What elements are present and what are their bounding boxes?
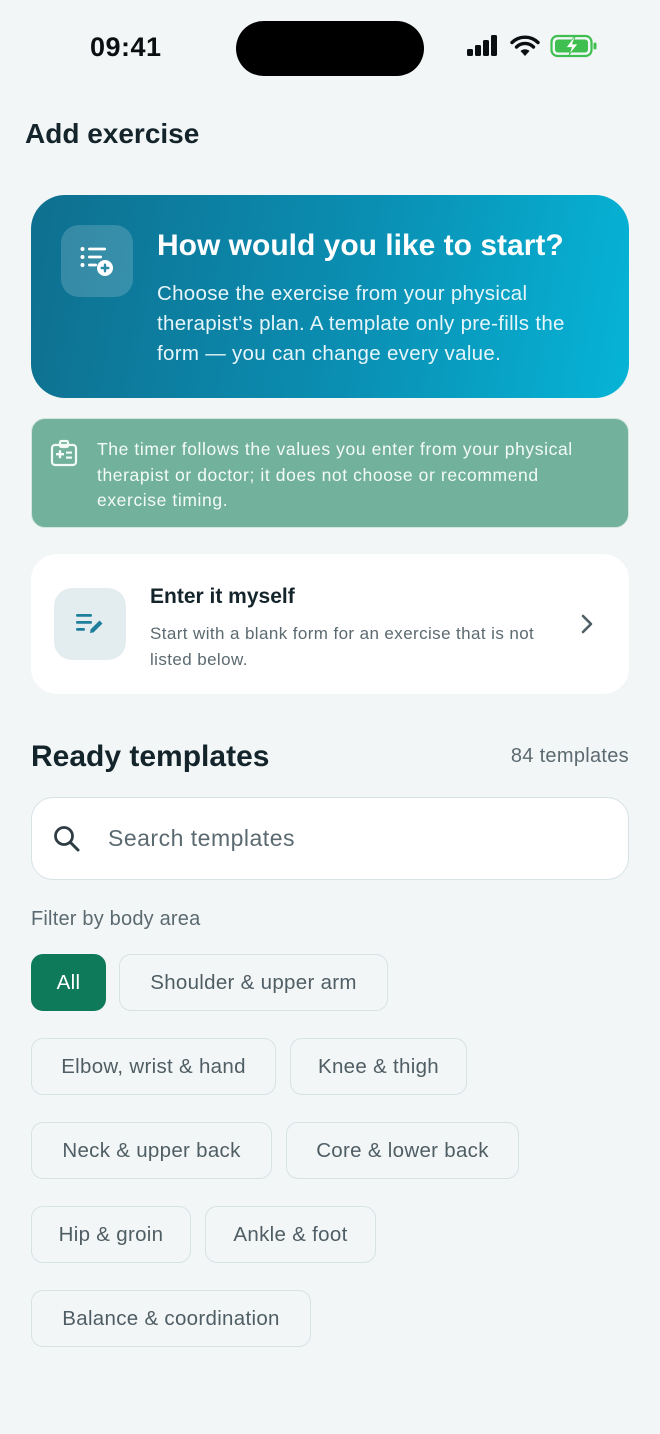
search-input[interactable] [108,818,588,858]
search-templates-field[interactable] [31,797,629,880]
edit-list-icon [54,588,126,660]
filter-chip-neck-upper-back[interactable]: Neck & upper back [31,1122,272,1179]
templates-section-title: Ready templates [31,740,270,773]
filter-chip-ankle-foot[interactable]: Ankle & foot [205,1206,376,1263]
filter-chip-elbow-wrist-hand[interactable]: Elbow, wrist & hand [31,1038,276,1095]
templates-count: 84 templates [510,745,629,767]
manual-entry-description: Start with a blank form for an exercise … [150,624,535,669]
add-exercise-screen: 09:41 Add exercise How would you like to… [0,0,660,1434]
timer-disclaimer-notice: The timer follows the values you enter f… [31,418,629,528]
dynamic-island [236,21,424,76]
manual-entry-title: Enter it myself [150,585,295,608]
filter-chip-shoulder-upper-arm[interactable]: Shoulder & upper arm [119,954,388,1011]
filter-chip-all[interactable]: All [31,954,106,1011]
filter-chip-balance-coordination[interactable]: Balance & coordination [31,1290,311,1347]
list-add-icon [61,225,133,297]
hero-description: Choose the exercise from your physical t… [157,282,565,365]
chevron-right-icon [581,614,593,634]
start-options-hero: How would you like to start? Choose the … [31,195,629,398]
page-title: Add exercise [25,118,200,149]
status-time: 09:41 [90,32,162,62]
status-icons [466,34,598,58]
medical-id-icon [50,439,78,467]
notice-text: The timer follows the values you enter f… [97,439,573,510]
enter-it-myself-option[interactable]: Enter it myself Start with a blank form … [31,554,629,694]
filter-chip-knee-thigh[interactable]: Knee & thigh [290,1038,467,1095]
search-icon [54,826,80,852]
filter-label: Filter by body area [31,908,201,930]
battery-charging-icon [550,34,597,58]
filter-chip-core-lower-back[interactable]: Core & lower back [286,1122,519,1179]
hero-title: How would you like to start? [157,229,564,262]
signal-icon [467,35,497,56]
wifi-icon [510,35,540,56]
filter-chip-hip-groin[interactable]: Hip & groin [31,1206,191,1263]
